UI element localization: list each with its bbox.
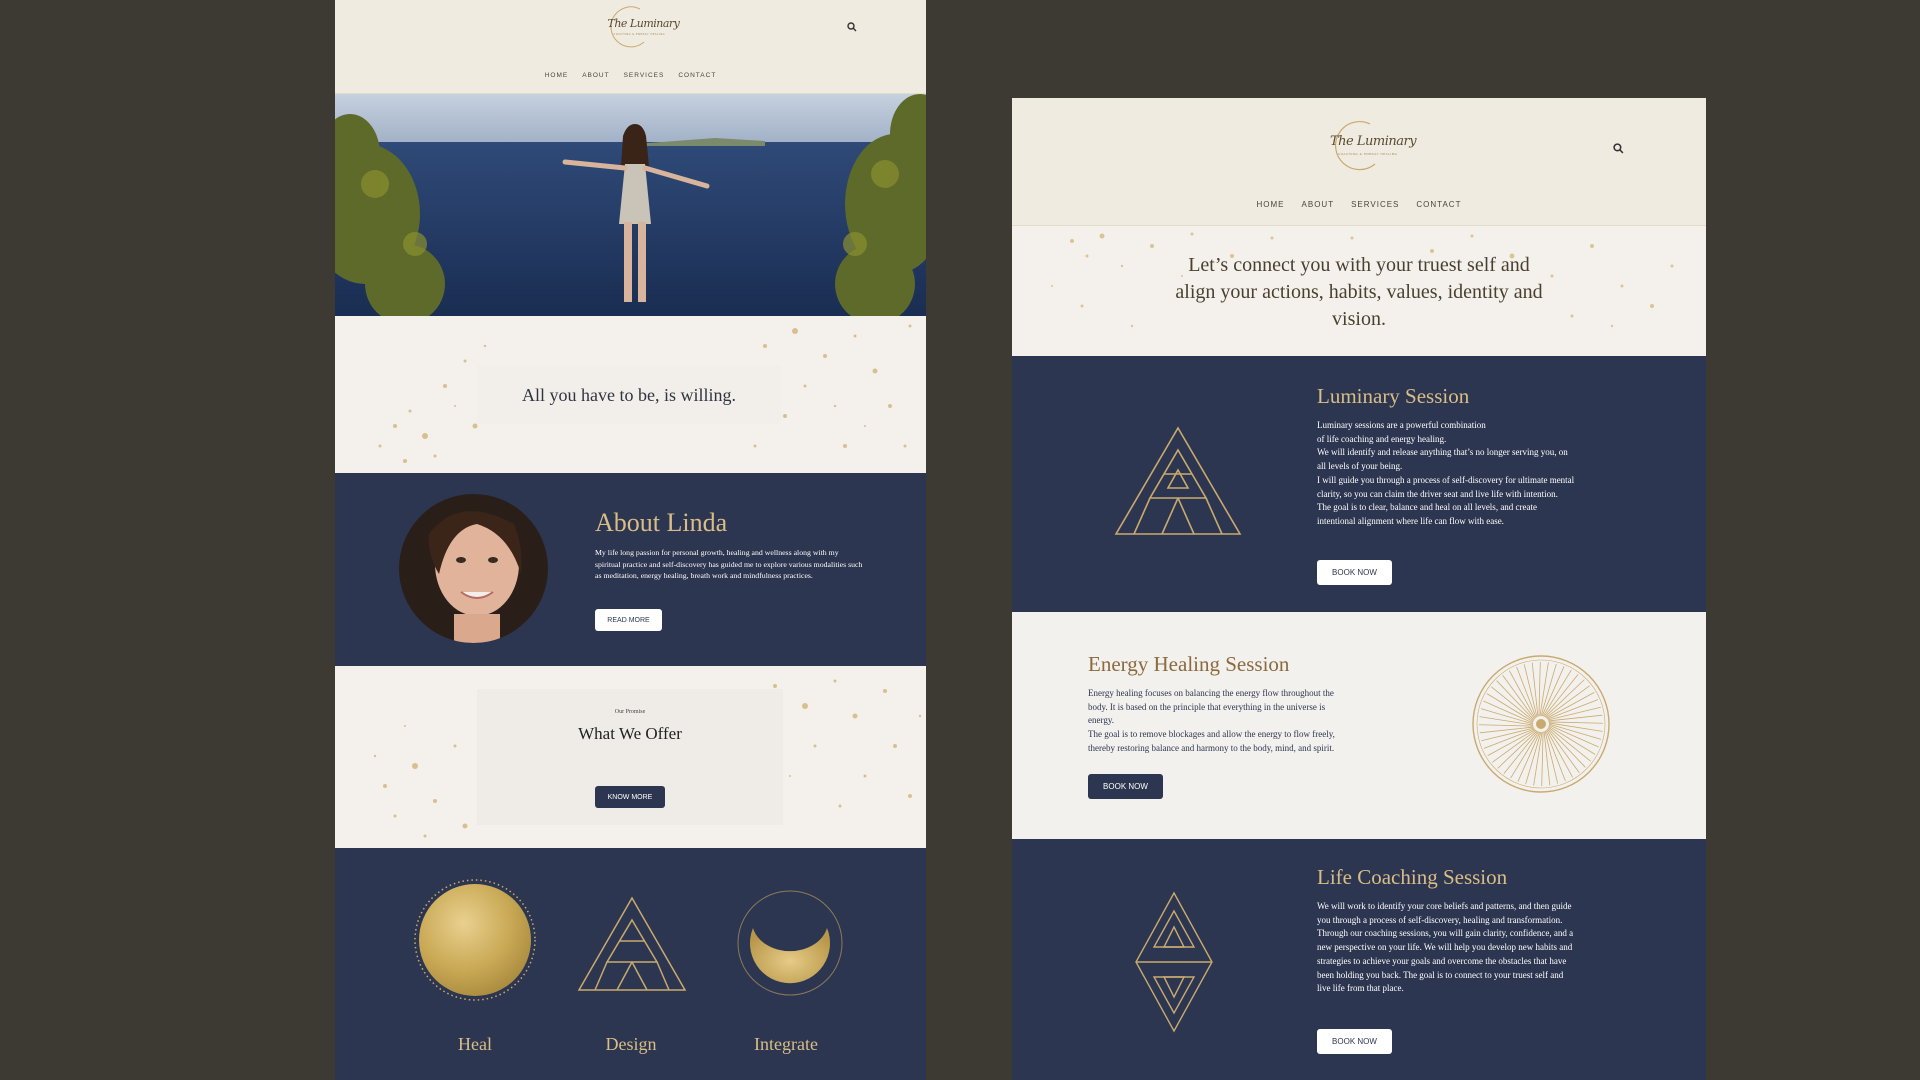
luminary-line: The goal is to clear, balance and heal o… bbox=[1317, 502, 1538, 513]
energy-book-now-button[interactable]: BOOK NOW bbox=[1088, 774, 1163, 799]
offer-card: Our Promise What We Offer KNOW MORE bbox=[477, 689, 783, 825]
about-text: My life long passion for personal growth… bbox=[595, 548, 863, 580]
read-more-button[interactable]: READ MORE bbox=[595, 609, 662, 631]
main-nav: HOME ABOUT SERVICES CONTACT bbox=[1012, 200, 1706, 209]
energy-title: Energy Healing Session bbox=[1088, 652, 1290, 676]
pillar-integrate-label: Integrate bbox=[754, 1034, 818, 1054]
portrait-photo bbox=[399, 494, 548, 643]
energy-line: energy. bbox=[1088, 715, 1114, 726]
energy-line: body. It is based on the principle that … bbox=[1088, 701, 1326, 712]
energy-description: Energy healing focuses on balancing the … bbox=[1088, 687, 1408, 756]
about-title: About Linda bbox=[595, 508, 728, 537]
nav-contact[interactable]: CONTACT bbox=[1416, 200, 1461, 209]
luminary-line: Luminary sessions are a powerful combina… bbox=[1317, 420, 1486, 430]
coaching-line: new perspective on your life. We will he… bbox=[1317, 942, 1573, 953]
luminary-line: all levels of your being. bbox=[1317, 461, 1403, 472]
site-header: The Luminary COACHING & ENERGY HEALING H… bbox=[335, 0, 926, 94]
nav-home[interactable]: HOME bbox=[1257, 200, 1285, 209]
site-header: The Luminary COACHING & ENERGY HEALING H… bbox=[1012, 98, 1706, 226]
hero-photo-woman-by-lake bbox=[335, 94, 926, 324]
coaching-line: you through a process of self-discovery,… bbox=[1317, 914, 1563, 925]
luminary-line: clarity, so you can claim the driver sea… bbox=[1317, 488, 1558, 499]
brand-logo[interactable]: The Luminary COACHING & ENERGY HEALING bbox=[600, 4, 680, 50]
triangle-icon bbox=[1114, 426, 1242, 535]
coaching-line: live life from that place. bbox=[1317, 983, 1404, 994]
offer-eyebrow: Our Promise bbox=[614, 709, 646, 715]
linda-portrait bbox=[399, 494, 548, 643]
hero-image bbox=[335, 94, 926, 324]
coaching-line: We will work to identify your core belie… bbox=[1317, 901, 1572, 911]
brand-logo[interactable]: The Luminary COACHING & ENERGY HEALING bbox=[1322, 118, 1417, 174]
nav-home[interactable]: HOME bbox=[545, 72, 569, 79]
intro-section: Let’s connect you with your truest self … bbox=[1012, 226, 1706, 356]
luminary-line: of life coaching and energy healing. bbox=[1317, 433, 1447, 444]
luminary-book-now-button[interactable]: BOOK NOW bbox=[1317, 560, 1392, 585]
coaching-title: Life Coaching Session bbox=[1317, 865, 1508, 889]
about-section: About Linda My life long passion for per… bbox=[335, 473, 926, 666]
gold-sun-icon bbox=[414, 879, 536, 1001]
coaching-description: We will work to identify your core belie… bbox=[1317, 900, 1657, 996]
nav-about[interactable]: ABOUT bbox=[1302, 200, 1335, 209]
nav-about[interactable]: ABOUT bbox=[582, 72, 609, 79]
pillar-heal-label: Heal bbox=[458, 1034, 492, 1054]
logo-subtitle: COACHING & ENERGY HEALING bbox=[1338, 152, 1398, 156]
offer-title: What We Offer bbox=[578, 724, 682, 743]
luminary-line: I will guide you through a process of se… bbox=[1317, 474, 1575, 485]
coaching-line: been holding you back. The goal is to co… bbox=[1317, 969, 1564, 980]
luminary-description: Luminary sessions are a powerful combina… bbox=[1317, 419, 1657, 529]
energy-line: thereby restoring balance and harmony to… bbox=[1088, 742, 1335, 753]
luminary-title: Luminary Session bbox=[1317, 384, 1470, 408]
sunburst-mandala-icon bbox=[1472, 655, 1610, 793]
home-page-mockup: The Luminary COACHING & ENERGY HEALING H… bbox=[335, 0, 926, 1080]
coaching-line: strategies to achieve your goals and ove… bbox=[1317, 955, 1567, 966]
energy-line: The goal is to remove blockages and allo… bbox=[1088, 729, 1335, 740]
triangle-design-icon bbox=[577, 896, 687, 991]
logo-text: The Luminary bbox=[607, 17, 680, 30]
nav-services[interactable]: SERVICES bbox=[1351, 200, 1399, 209]
pillars-section: Heal Design Integrate bbox=[335, 848, 926, 1080]
energy-healing-session: Energy Healing Session Energy healing fo… bbox=[1012, 612, 1706, 839]
luminary-line: We will identify and release anything th… bbox=[1317, 447, 1568, 458]
energy-line: Energy healing focuses on balancing the … bbox=[1088, 688, 1334, 698]
main-nav: HOME ABOUT SERVICES CONTACT bbox=[335, 72, 926, 79]
luminary-session: Luminary Session Luminary sessions are a… bbox=[1012, 356, 1706, 612]
offer-section: Our Promise What We Offer KNOW MORE bbox=[335, 666, 926, 848]
diamond-icon bbox=[1135, 891, 1213, 1033]
intro-text: Let’s connect you with your truest self … bbox=[1175, 254, 1543, 330]
nav-contact[interactable]: CONTACT bbox=[678, 72, 716, 79]
logo-subtitle: COACHING & ENERGY HEALING bbox=[613, 33, 666, 36]
life-coaching-session: Life Coaching Session We will work to id… bbox=[1012, 839, 1706, 1080]
search-icon[interactable] bbox=[1613, 143, 1624, 154]
crescent-moon-icon bbox=[737, 890, 843, 996]
quote-text: All you have to be, is willing. bbox=[522, 384, 736, 405]
nav-services[interactable]: SERVICES bbox=[624, 72, 665, 79]
coaching-line: Through our coaching sessions, you will … bbox=[1317, 928, 1574, 939]
search-icon[interactable] bbox=[847, 22, 857, 32]
logo-text: The Luminary bbox=[1330, 134, 1417, 149]
luminary-line: intentional alignment where life can flo… bbox=[1317, 515, 1504, 526]
pillar-design-label: Design bbox=[605, 1034, 657, 1054]
services-page-mockup: The Luminary COACHING & ENERGY HEALING H… bbox=[1012, 98, 1706, 1080]
know-more-button[interactable]: KNOW MORE bbox=[595, 786, 665, 808]
quote-section: All you have to be, is willing. bbox=[335, 316, 926, 473]
coaching-book-now-button[interactable]: BOOK NOW bbox=[1317, 1029, 1392, 1054]
quote-card: All you have to be, is willing. bbox=[477, 366, 781, 424]
